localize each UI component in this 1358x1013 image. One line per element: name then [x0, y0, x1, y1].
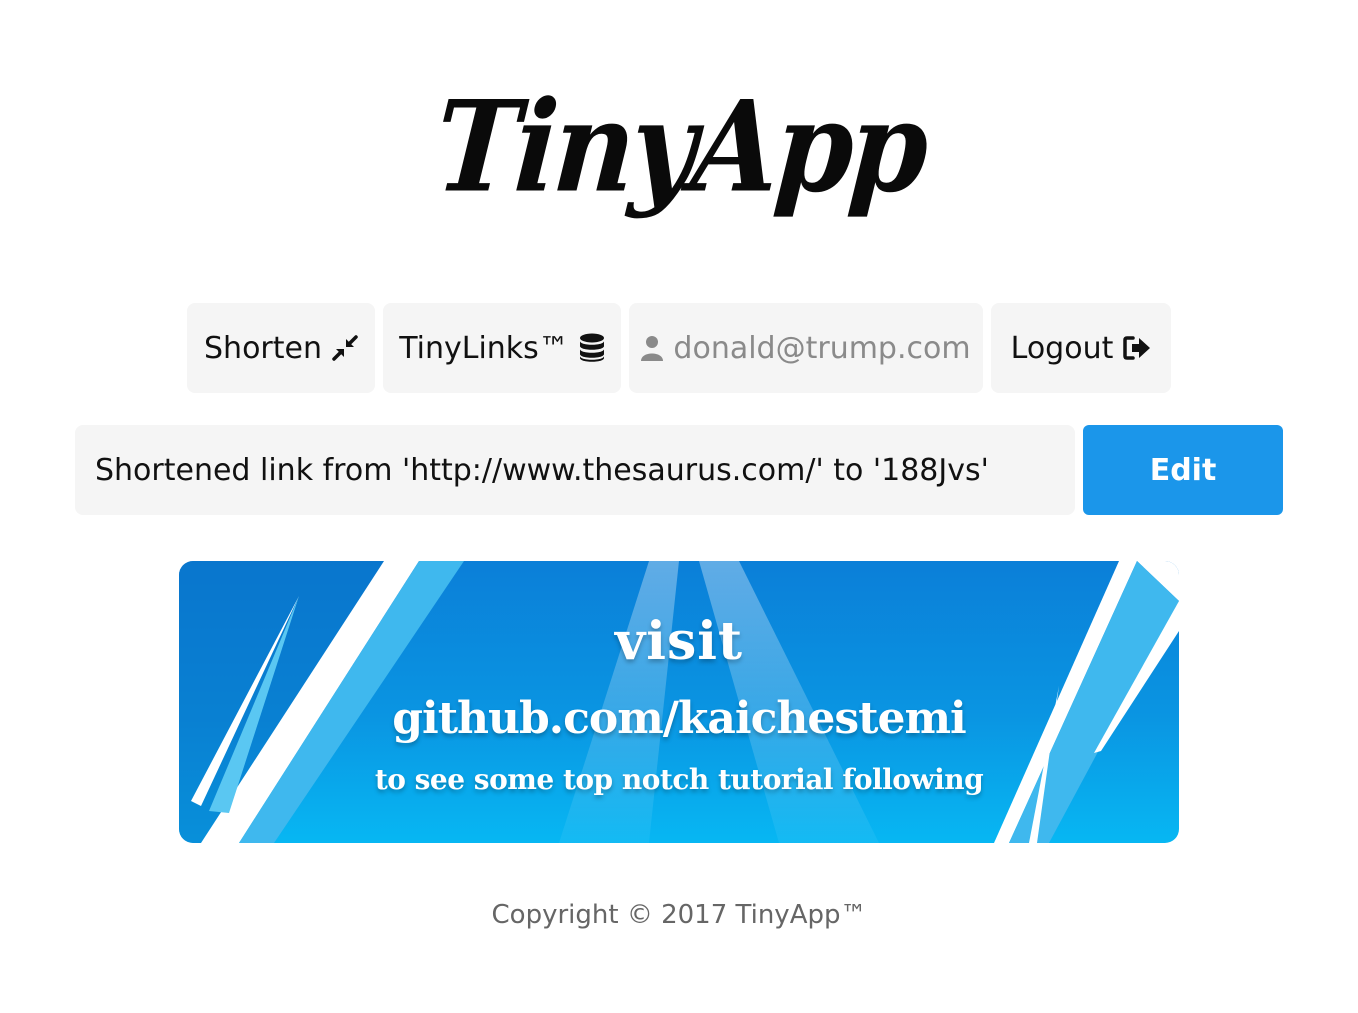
sign-out-icon	[1123, 335, 1151, 361]
banner-line-visit: visit	[614, 611, 744, 672]
user-email: donald@trump.com	[673, 330, 971, 366]
logo-text: TinyApp	[430, 74, 930, 221]
page: TinyApp Shorten TinyLinks™ donald@trump.…	[0, 0, 1358, 1013]
nav-shorten-label: Shorten	[204, 330, 322, 366]
nav-user-info: donald@trump.com	[629, 303, 983, 393]
app-logo[interactable]: TinyApp	[431, 58, 929, 238]
banner-line-tagline: to see some top notch tutorial following	[374, 763, 984, 796]
promo-banner[interactable]: visit github.com/kaichestemi to see some…	[179, 561, 1179, 843]
main-nav: Shorten TinyLinks™ donald@trump.com Logo…	[187, 303, 1171, 393]
banner-line-url: github.com/kaichestemi	[392, 693, 966, 744]
nav-logout-button[interactable]: Logout	[991, 303, 1171, 393]
shortened-link-message: Shortened link from 'http://www.thesauru…	[75, 425, 1075, 515]
result-row: Shortened link from 'http://www.thesauru…	[75, 425, 1283, 515]
footer-copyright: Copyright © 2017 TinyApp™	[491, 900, 867, 930]
nav-logout-label: Logout	[1010, 330, 1114, 366]
nav-tinylinks-label: TinyLinks™	[399, 330, 569, 366]
user-icon	[641, 335, 664, 361]
nav-tinylinks-button[interactable]: TinyLinks™	[383, 303, 621, 393]
database-icon	[579, 333, 605, 363]
edit-button[interactable]: Edit	[1083, 425, 1283, 515]
nav-shorten-button[interactable]: Shorten	[187, 303, 375, 393]
compress-icon	[332, 335, 358, 361]
